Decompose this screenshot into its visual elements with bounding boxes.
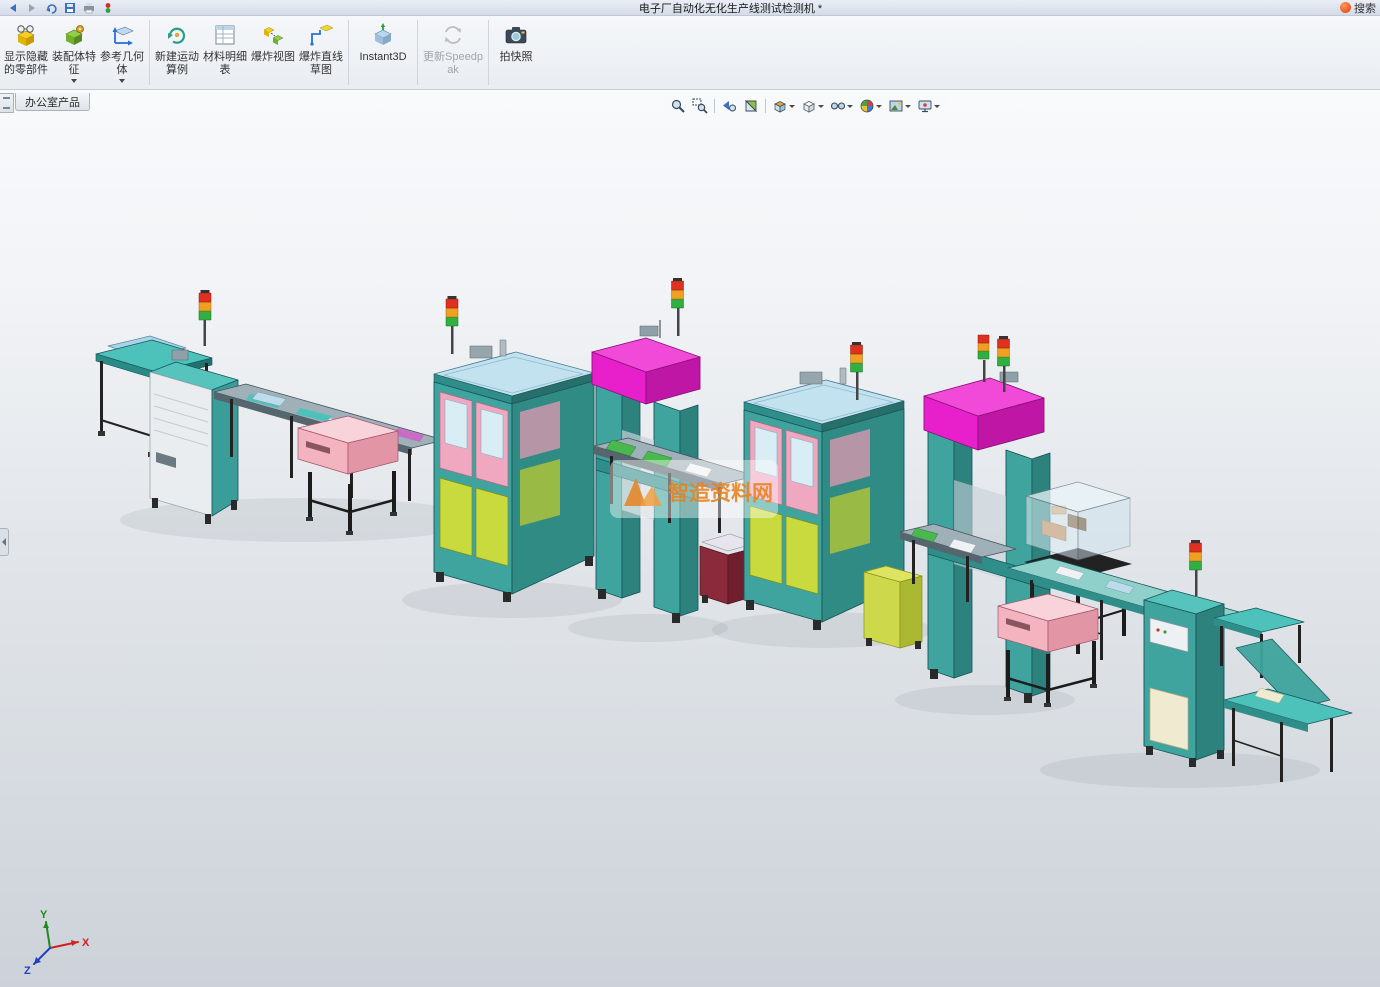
- toolbar-button-label: 爆炸直线草图: [299, 51, 343, 76]
- assembly-command-toolbar: 显示隐藏的零部件 装配体特征 参考几何体 新建运动算例 材料明细表 爆炸视图 爆…: [0, 16, 1380, 90]
- signal-tower[interactable]: [671, 278, 684, 336]
- search-icon: [1340, 2, 1351, 13]
- toolbar-separator: [417, 20, 418, 85]
- signal-tower[interactable]: [1189, 540, 1202, 596]
- reference-geometry-icon: [109, 21, 135, 49]
- toolbar-button-label: 新建运动算例: [155, 51, 199, 76]
- collapse-arrow-icon: [2, 538, 6, 546]
- toolbar-button-new-motion-study[interactable]: 新建运动算例: [153, 16, 201, 89]
- display-style-button[interactable]: [799, 97, 826, 115]
- print-icon[interactable]: [82, 2, 96, 14]
- outfeed-conveyor-2[interactable]: [1213, 607, 1353, 782]
- zoom-to-fit-button[interactable]: [668, 97, 688, 115]
- toolbar-button-label: Instant3D: [359, 51, 407, 63]
- section-view-button[interactable]: [741, 97, 761, 115]
- panel-grid-icon: [3, 97, 10, 109]
- signal-tower[interactable]: [977, 334, 990, 382]
- view-triad[interactable]: X Y Z: [24, 909, 90, 977]
- watermark: 智造资料网: [610, 460, 778, 518]
- test-station-1[interactable]: [433, 296, 595, 602]
- document-tab[interactable]: 办公室产品: [15, 93, 90, 111]
- view-settings-button[interactable]: [915, 97, 942, 115]
- toolbar-button-bill-of-materials[interactable]: 材料明细表: [201, 16, 249, 89]
- dropdown-caret-icon: [71, 79, 77, 84]
- toolbar-button-exploded-view[interactable]: 爆炸视图: [249, 16, 297, 89]
- toolbar-button-instant3d[interactable]: Instant3D: [352, 16, 414, 89]
- triad-z-label: Z: [24, 965, 31, 977]
- assembly-features-icon: [61, 21, 87, 49]
- toolbar-button-label: 更新Speedpak: [423, 51, 483, 76]
- triad-y-label: Y: [40, 909, 48, 921]
- show-hidden-components-icon: [13, 21, 39, 49]
- dropdown-caret-icon: [847, 104, 853, 108]
- dropdown-caret-icon: [876, 104, 882, 108]
- dropdown-caret-icon: [119, 79, 125, 84]
- toolbar-button-assembly-features[interactable]: 装配体特征: [50, 16, 98, 89]
- loader-cabinet[interactable]: [149, 290, 239, 524]
- zoom-to-area-button[interactable]: [690, 97, 710, 115]
- toolbar-separator: [149, 20, 150, 85]
- signal-tower[interactable]: [445, 296, 459, 354]
- edit-appearance-button[interactable]: [857, 97, 884, 115]
- dropdown-caret-icon: [934, 104, 940, 108]
- dropdown-caret-icon: [818, 104, 824, 108]
- instant3d-icon: [370, 21, 396, 49]
- toolbar-separator: [488, 20, 489, 85]
- undo-icon[interactable]: [44, 2, 58, 14]
- toolbar-button-label: 拍快照: [499, 51, 533, 63]
- triad-x-label: X: [82, 937, 90, 949]
- document-tab-label: 办公室产品: [25, 96, 80, 109]
- quick-access-toolbar: [0, 2, 121, 14]
- toolbar-button-label: 显示隐藏的零部件: [4, 51, 48, 76]
- apply-scene-button[interactable]: [886, 97, 913, 115]
- graphics-viewport[interactable]: 智造资料网 X Y Z: [0, 0, 1380, 987]
- toolbar-button-take-snapshot[interactable]: 拍快照: [492, 16, 540, 89]
- toolbar-button-label: 爆炸视图: [251, 51, 295, 63]
- title-bar: 电子厂自动化无化生产线测试检测机 * 搜索: [0, 0, 1380, 16]
- dropdown-caret-icon: [905, 104, 911, 108]
- save-icon[interactable]: [63, 2, 77, 14]
- toolbar-separator: [348, 20, 349, 85]
- bill-of-materials-icon: [212, 21, 238, 49]
- headsup-separator: [714, 99, 715, 113]
- feature-manager-icon[interactable]: [0, 93, 14, 113]
- search-control[interactable]: 搜索: [1340, 0, 1380, 16]
- assembly-model: 智造资料网 X Y Z: [24, 278, 1353, 977]
- window-title: 电子厂自动化无化生产线测试检测机 *: [638, 2, 823, 15]
- forward-icon[interactable]: [25, 2, 39, 14]
- panel-collapse-handle[interactable]: [0, 528, 9, 556]
- explode-line-sketch-icon: [308, 21, 334, 49]
- motion-study-icon: [164, 21, 190, 49]
- toolbar-button-label: 材料明细表: [203, 51, 247, 76]
- rebuild-icon[interactable]: [101, 2, 115, 14]
- heads-up-view-toolbar: [664, 96, 946, 116]
- back-icon[interactable]: [6, 2, 20, 14]
- dropdown-caret-icon: [789, 104, 795, 108]
- solidworks-window: { "window": { "title": "电子厂自动化无化生产线测试检测机…: [0, 0, 1380, 987]
- hide-show-items-button[interactable]: [828, 97, 855, 115]
- toolbar-button-explode-line-sketch[interactable]: 爆炸直线草图: [297, 16, 345, 89]
- view-orientation-button[interactable]: [770, 97, 797, 115]
- toolbar-button-update-speedpak: 更新Speedpak: [421, 16, 485, 89]
- search-label: 搜索: [1354, 2, 1376, 15]
- watermark-text: 智造资料网: [668, 481, 773, 505]
- outfeed-cabinet[interactable]: [1143, 540, 1225, 767]
- toolbar-button-reference-geometry[interactable]: 参考几何体: [98, 16, 146, 89]
- signal-tower[interactable]: [198, 290, 212, 346]
- toolbar-button-show-hidden-components[interactable]: 显示隐藏的零部件: [2, 16, 50, 89]
- toolbar-button-label: 装配体特征: [52, 51, 96, 76]
- take-snapshot-icon: [503, 21, 529, 49]
- headsup-separator: [765, 99, 766, 113]
- previous-view-button[interactable]: [719, 97, 739, 115]
- exploded-view-icon: [260, 21, 286, 49]
- toolbar-button-label: 参考几何体: [100, 51, 144, 76]
- update-speedpak-icon: [440, 21, 466, 49]
